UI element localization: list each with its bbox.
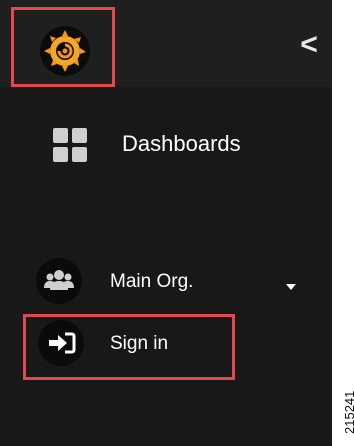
collapse-sidebar-button[interactable]: < [296,26,322,64]
users-group-icon [36,258,82,304]
sidebar-item-label: Dashboards [122,131,241,156]
sidebar-header: < [0,0,332,87]
grafana-logo-icon [40,26,90,76]
chevron-left-icon: < [300,28,318,61]
sign-in-icon [38,320,84,366]
figure-number: 215241 [342,390,354,434]
caret-down-icon [286,284,296,290]
logo-button[interactable] [11,7,115,87]
dashboards-grid-icon [53,128,87,162]
org-name-label: Main Org. [110,271,194,292]
sidebar: < Dashboards Main Org. Sign in [0,0,332,446]
sign-in-label: Sign in [110,333,169,354]
